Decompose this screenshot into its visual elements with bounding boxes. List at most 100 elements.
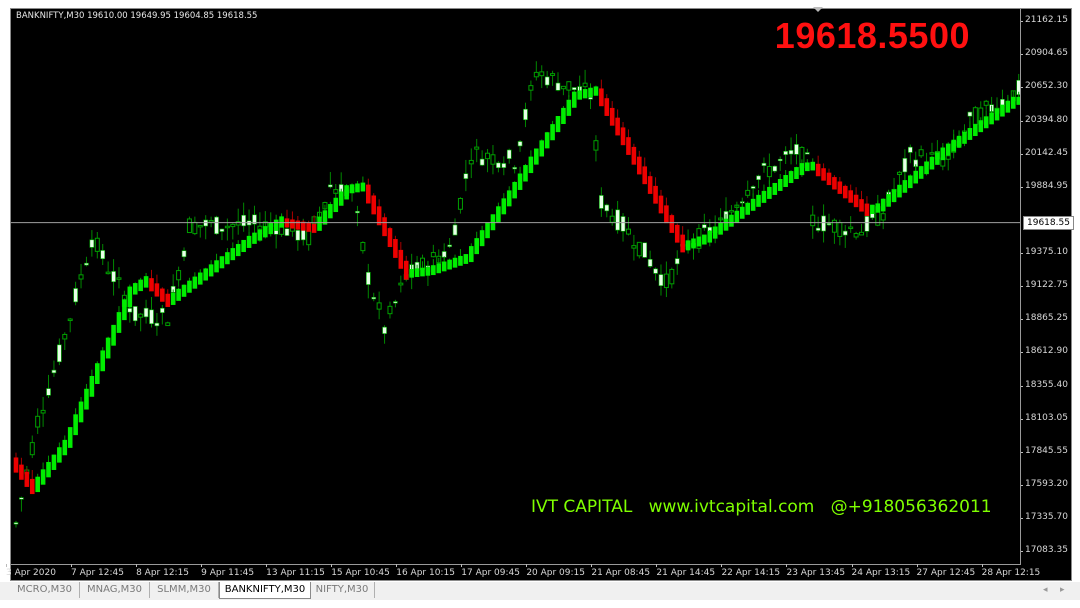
candle-body (566, 81, 572, 91)
time-tick-label: 16 Apr 10:15 (396, 564, 455, 578)
chart-tab-mcro-m30[interactable]: MCRO,M30 (10, 582, 80, 598)
smoothed-candle-up (745, 201, 750, 215)
price-candle (506, 148, 512, 164)
chart-tab-bar: MCRO,M30 MNAG,M30 SLMM,M30 BANKNIFTY,M30 NIF… (0, 582, 1080, 600)
price-tick-label: 17335.70 (1021, 512, 1068, 523)
candlestick-chart[interactable] (11, 9, 1021, 565)
scroll-right-icon[interactable]: ▸ (1060, 585, 1065, 595)
price-candle (674, 250, 680, 275)
price-candle (496, 161, 501, 173)
chart-tab-nifty-m30[interactable]: NIFTY,M30 (310, 582, 375, 598)
price-candle (447, 238, 452, 248)
smoothed-body (290, 219, 295, 229)
watermark-text: IVT CAPITAL www.ivtcapital.com @+9180563… (531, 497, 992, 517)
candle-body (859, 231, 865, 236)
price-candle (918, 145, 924, 159)
smoothed-body (973, 124, 978, 137)
smoothed-body (333, 197, 339, 213)
smoothed-body (555, 116, 561, 133)
smoothed-candle-up (225, 248, 230, 265)
smoothed-body (246, 235, 252, 248)
chart-shift-marker-icon[interactable] (813, 7, 823, 12)
smoothed-body (794, 167, 799, 180)
chart-tab-banknifty-m30[interactable]: BANKNIFTY,M30 (219, 582, 311, 599)
smoothed-body (848, 190, 853, 203)
smoothed-body (89, 375, 95, 397)
smoothed-body (387, 228, 393, 248)
chart-tab-slmm-m30[interactable]: SLMM,M30 (150, 582, 219, 598)
smoothed-candle-up (550, 120, 555, 141)
smoothed-candle-up (328, 201, 333, 219)
smoothed-body (805, 162, 810, 172)
smoothed-body (615, 117, 620, 136)
smoothed-candle-down (848, 184, 853, 203)
price-candle (100, 243, 106, 266)
price-tick-label: 18865.25 (1021, 313, 1068, 324)
scroll-left-icon[interactable]: ◂ (1043, 585, 1048, 595)
candle-body (631, 245, 637, 249)
price-candle (929, 142, 935, 156)
candle-body (821, 215, 826, 232)
smoothed-body (132, 283, 138, 295)
smoothed-candle-up (875, 200, 881, 213)
smoothed-candle-up (46, 455, 51, 478)
smoothed-body (832, 177, 837, 190)
chart-tab-mnag-m30[interactable]: MNAG,M30 (80, 582, 150, 598)
smoothed-candle-up (333, 192, 339, 213)
price-candle (842, 224, 848, 248)
smoothed-body (983, 116, 989, 129)
price-candle (533, 61, 539, 81)
smoothed-candle-up (788, 170, 794, 184)
candle-body (398, 282, 404, 286)
smoothed-candle-up (474, 231, 479, 255)
smoothed-body (853, 194, 859, 208)
candle-body (815, 227, 821, 231)
smoothed-body (393, 239, 398, 258)
smoothed-candle-up (783, 170, 788, 187)
time-tick-label: 23 Apr 13:45 (786, 564, 846, 578)
smoothed-body (696, 236, 702, 247)
smoothed-body (739, 206, 745, 219)
smoothed-body (181, 284, 187, 297)
smoothed-candle-up (566, 95, 572, 116)
smoothed-candle-up (810, 158, 816, 171)
smoothed-body (588, 87, 593, 98)
current-price-display: 19618.5500 (774, 15, 970, 56)
smoothed-body (528, 156, 534, 174)
smoothed-candle-up (593, 85, 599, 96)
smoothed-candle-up (100, 347, 106, 372)
smoothed-candle-up (1000, 104, 1005, 117)
candle-body (57, 344, 62, 363)
candle-body (447, 244, 452, 247)
smoothed-candle-down (604, 94, 610, 116)
candle-body (452, 224, 458, 236)
candle-body (528, 85, 534, 91)
candle-body (853, 232, 859, 238)
candle-body (94, 237, 100, 252)
smoothed-candle-up (95, 361, 100, 384)
smoothed-body (1010, 96, 1016, 109)
candle-body (523, 108, 528, 121)
smoothed-body (566, 99, 572, 116)
price-candle (555, 72, 561, 92)
smoothed-candle-down (832, 175, 837, 190)
candle-body (766, 166, 772, 178)
smoothed-body (382, 217, 387, 237)
candle-body (365, 272, 371, 285)
price-candle (35, 408, 41, 434)
smoothed-candle-up (501, 193, 507, 215)
price-tick-label: 17845.55 (1021, 445, 1068, 456)
candle-body (609, 215, 615, 223)
smoothed-candle-up (918, 165, 924, 179)
candle-body (84, 262, 89, 266)
smoothed-candle-up (712, 221, 718, 239)
smoothed-body (160, 288, 165, 302)
smoothed-body (95, 363, 100, 384)
smoothed-candle-down (837, 177, 843, 194)
candle-body (328, 184, 333, 188)
smoothed-body (105, 337, 111, 359)
chart-plot-area[interactable]: BANKNIFTY,M30 19610.00 19649.95 19604.85… (11, 9, 1021, 565)
price-candle (815, 216, 821, 233)
smoothed-body (447, 259, 452, 270)
candle-body (756, 175, 761, 180)
